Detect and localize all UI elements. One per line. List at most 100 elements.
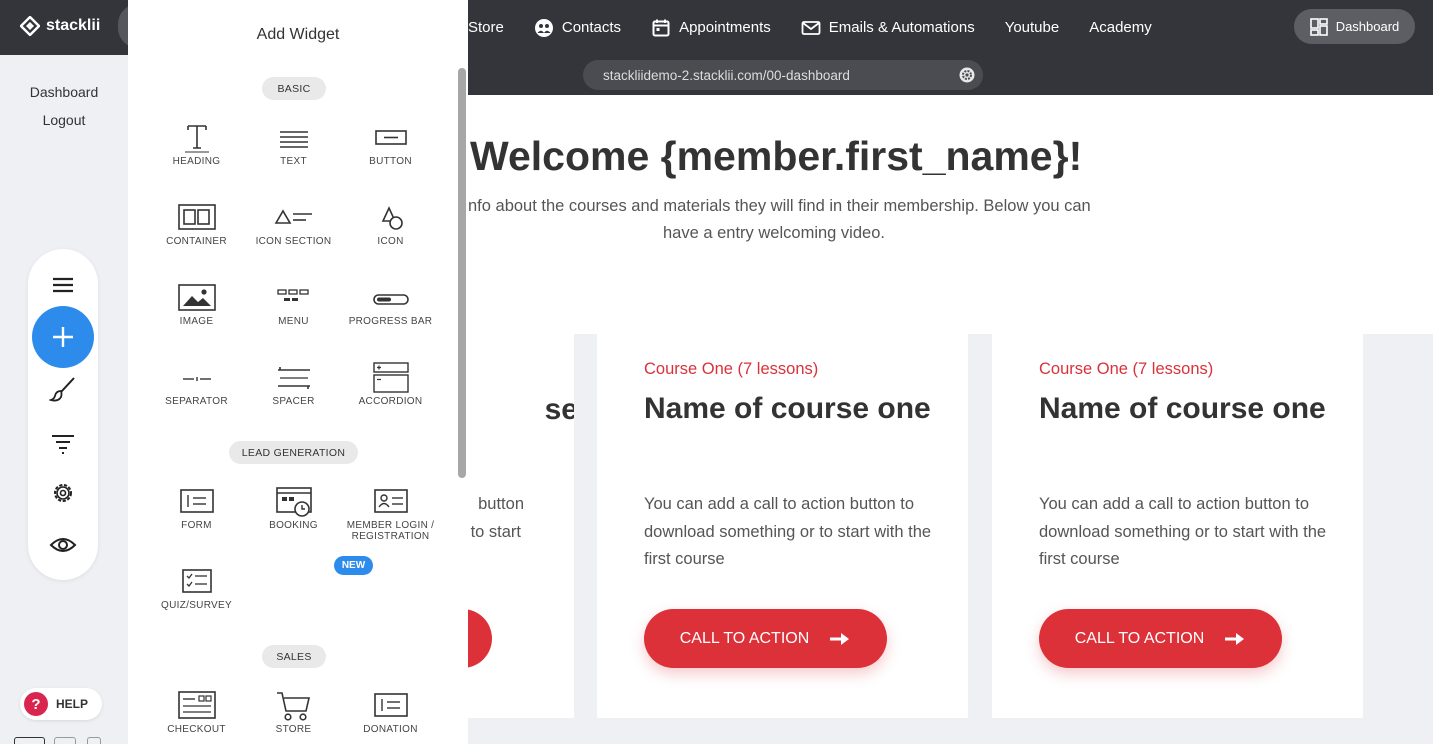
- widget-button[interactable]: BUTTON: [342, 120, 439, 167]
- course-card-body-line2: to start: [470, 522, 521, 541]
- widget-icon-section[interactable]: ICON SECTION: [245, 200, 342, 247]
- arrow-right-icon: [1225, 632, 1245, 645]
- widget-progress-bar[interactable]: PROGRESS BAR: [342, 280, 439, 327]
- widget-spacer[interactable]: SPACER: [245, 360, 342, 407]
- section-sales: SALES: [262, 645, 326, 668]
- nav-item-academy[interactable]: Academy: [1089, 19, 1152, 36]
- widget-label: IMAGE: [179, 316, 214, 327]
- course-card-title: Name of course one: [644, 392, 931, 425]
- panel-scrollbar[interactable]: [458, 68, 466, 478]
- widget-member-login[interactable]: MEMBER LOGIN / REGISTRATION: [342, 484, 439, 542]
- donation-form-icon: [373, 693, 408, 717]
- mobile-view-tab[interactable]: [87, 737, 101, 744]
- course-card-body: You can add a call to action button to d…: [644, 495, 932, 568]
- arrow-right-icon: [830, 632, 850, 645]
- call-to-action-button[interactable]: [468, 609, 492, 668]
- nav-item-label: Store: [468, 19, 504, 36]
- cta-label: CALL TO ACTION: [679, 629, 810, 647]
- contacts-icon: [534, 18, 553, 37]
- widget-label: REGISTRATION: [351, 531, 430, 542]
- widget-label: CONTAINER: [166, 236, 227, 247]
- widget-label: ICON SECTION: [255, 236, 332, 247]
- widget-accordion[interactable]: ACCORDION: [342, 360, 439, 407]
- accordion-icon: [372, 362, 409, 393]
- brand-name: stacklii: [46, 17, 101, 34]
- container-icon: [177, 204, 216, 230]
- text-icon: [279, 131, 308, 148]
- menu-icon: [276, 289, 309, 301]
- style-tool[interactable]: [47, 373, 79, 405]
- widget-menu[interactable]: MENU: [245, 280, 342, 327]
- filter-tool[interactable]: [47, 427, 79, 459]
- page-url-bar[interactable]: stackliidemo-2.stacklii.com/00-dashboard: [583, 60, 983, 90]
- dashboard-button[interactable]: Dashboard: [1294, 9, 1415, 44]
- widget-label: CHECKOUT: [167, 724, 226, 735]
- nav-item-label: Emails & Automations: [828, 19, 975, 36]
- menu-tool[interactable]: [47, 269, 79, 301]
- nav-item-contacts[interactable]: Contacts: [534, 18, 621, 38]
- nav-item-emails[interactable]: Emails & Automations: [801, 18, 975, 38]
- email-icon: [801, 20, 821, 35]
- widget-label: BOOKING: [269, 520, 318, 531]
- widget-donation[interactable]: DONATION: [342, 688, 439, 735]
- nav-item-label: Academy: [1089, 19, 1152, 36]
- editor-toolbar: [28, 249, 98, 580]
- widget-text[interactable]: TEXT: [245, 120, 342, 167]
- widget-form[interactable]: FORM: [148, 484, 245, 531]
- widget-label: SEPARATOR: [165, 396, 228, 407]
- nav-item-label: Youtube: [1004, 19, 1060, 36]
- section-basic: BASIC: [262, 77, 326, 100]
- help-button[interactable]: ? HELP: [20, 688, 102, 720]
- sidebar-link-logout[interactable]: Logout: [0, 112, 128, 128]
- checkout-icon: [177, 691, 216, 719]
- nav-item-youtube[interactable]: Youtube: [1005, 19, 1060, 36]
- image-icon: [177, 284, 216, 311]
- hamburger-icon: [53, 277, 73, 293]
- dashboard-button-label: Dashboard: [1335, 19, 1400, 34]
- desktop-view-tab[interactable]: [14, 737, 45, 744]
- add-widget-button[interactable]: [32, 306, 94, 368]
- cart-icon: [276, 692, 310, 721]
- dashboard-grid-icon: [1309, 17, 1328, 36]
- widget-label: MENU: [278, 316, 309, 327]
- widget-label: BUTTON: [369, 156, 412, 167]
- widget-container[interactable]: CONTAINER: [148, 200, 245, 247]
- widget-icon[interactable]: ICON: [342, 200, 439, 247]
- nav-item-appointments[interactable]: Appointments: [651, 18, 771, 38]
- course-card-title: se: [544, 393, 574, 426]
- url-settings-icon[interactable]: [959, 67, 975, 83]
- preview-tool[interactable]: [47, 529, 79, 561]
- widget-label: QUIZ/SURVEY: [161, 600, 232, 611]
- widget-store[interactable]: STORE: [245, 688, 342, 735]
- widget-quiz-survey[interactable]: QUIZ/SURVEY: [148, 564, 245, 611]
- tablet-view-tab[interactable]: [54, 737, 76, 744]
- heading-icon: [184, 125, 209, 153]
- progress-bar-icon: [372, 294, 409, 305]
- intro-text-line2: have a entry welcoming video.: [663, 224, 885, 242]
- welcome-heading: Welcome {member.first_name}!: [470, 133, 1083, 179]
- brush-icon: [49, 377, 75, 402]
- call-to-action-button[interactable]: CALL TO ACTION: [644, 609, 887, 668]
- widget-label: ACCORDION: [358, 396, 423, 407]
- widget-image[interactable]: IMAGE: [148, 280, 245, 327]
- widget-separator[interactable]: SEPARATOR: [148, 360, 245, 407]
- eye-icon: [49, 538, 77, 552]
- course-card-body: You can add a call to action button to d…: [1039, 495, 1327, 568]
- widget-checkout[interactable]: CHECKOUT: [148, 688, 245, 735]
- widget-label: MEMBER LOGIN /: [346, 520, 435, 531]
- course-card-partial: se button to start: [468, 279, 574, 718]
- widget-booking[interactable]: BOOKING: [245, 484, 342, 531]
- help-icon: ?: [24, 692, 48, 716]
- widget-label: PROGRESS BAR: [348, 316, 433, 327]
- sidebar-link-dashboard[interactable]: Dashboard: [0, 84, 128, 100]
- widget-heading[interactable]: HEADING: [148, 120, 245, 167]
- plus-icon: [53, 327, 73, 347]
- booking-icon: [275, 487, 312, 517]
- brand-logo[interactable]: stacklii: [20, 16, 100, 36]
- nav-item-store[interactable]: Store: [468, 19, 504, 36]
- main-nav: Store Contacts Appointments Emails & Aut…: [468, 0, 1182, 55]
- widget-label: ICON: [377, 236, 404, 247]
- call-to-action-button[interactable]: CALL TO ACTION: [1039, 609, 1282, 668]
- settings-tool[interactable]: [47, 477, 79, 509]
- member-card-icon: [373, 489, 408, 513]
